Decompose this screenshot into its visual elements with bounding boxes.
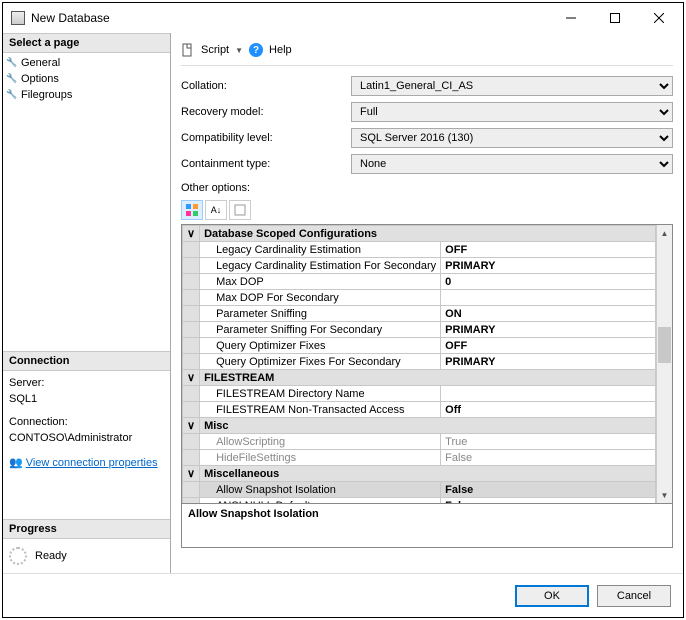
- categorized-button[interactable]: [181, 200, 203, 220]
- category-row[interactable]: ∨Misc: [183, 418, 656, 434]
- connection-label: Connection:: [9, 414, 164, 431]
- compat-label: Compatibility level:: [181, 132, 351, 144]
- other-options-label: Other options:: [181, 182, 673, 194]
- cancel-button[interactable]: Cancel: [597, 585, 671, 607]
- script-icon: [181, 43, 195, 57]
- property-row[interactable]: HideFileSettingsFalse: [183, 450, 656, 466]
- category-row[interactable]: ∨Database Scoped Configurations: [183, 226, 656, 242]
- property-row[interactable]: Parameter Sniffing For SecondaryPRIMARY: [183, 322, 656, 338]
- progress-status: Ready: [35, 550, 67, 562]
- connection-header: Connection: [3, 351, 170, 371]
- collapse-icon[interactable]: ∨: [183, 226, 200, 242]
- contain-select[interactable]: None: [351, 154, 673, 174]
- dialog-window: New Database Select a page General Optio…: [2, 2, 684, 618]
- property-row[interactable]: Legacy Cardinality EstimationOFF: [183, 242, 656, 258]
- script-dropdown-icon[interactable]: ▼: [235, 46, 243, 55]
- collation-label: Collation:: [181, 80, 351, 92]
- app-icon: [11, 11, 25, 25]
- property-row[interactable]: FILESTREAM Directory Name: [183, 386, 656, 402]
- page-general[interactable]: General: [3, 55, 170, 71]
- property-row[interactable]: Query Optimizer FixesOFF: [183, 338, 656, 354]
- server-label: Server:: [9, 375, 164, 392]
- scroll-up-icon[interactable]: ▲: [657, 225, 672, 241]
- property-row[interactable]: AllowScriptingTrue: [183, 434, 656, 450]
- maximize-button[interactable]: [593, 4, 637, 32]
- recovery-select[interactable]: Full: [351, 102, 673, 122]
- recovery-label: Recovery model:: [181, 106, 351, 118]
- window-title: New Database: [31, 11, 549, 25]
- property-grid[interactable]: ∨Database Scoped ConfigurationsLegacy Ca…: [181, 224, 673, 504]
- minimize-button[interactable]: [549, 4, 593, 32]
- property-row[interactable]: Allow Snapshot IsolationFalse: [183, 482, 656, 498]
- property-row[interactable]: ANSI NULL DefaultFalse: [183, 498, 656, 504]
- property-row[interactable]: Max DOP For Secondary: [183, 290, 656, 306]
- collation-select[interactable]: Latin1_General_CI_AS: [351, 76, 673, 96]
- property-description: Allow Snapshot Isolation: [181, 504, 673, 548]
- view-connection-link[interactable]: 👥View connection properties: [9, 455, 164, 472]
- collapse-icon[interactable]: ∨: [183, 370, 200, 386]
- category-row[interactable]: ∨Miscellaneous: [183, 466, 656, 482]
- help-icon: ?: [249, 43, 263, 57]
- script-button[interactable]: Script: [201, 44, 229, 56]
- property-row[interactable]: Max DOP0: [183, 274, 656, 290]
- page-options[interactable]: Options: [3, 71, 170, 87]
- property-row[interactable]: Query Optimizer Fixes For SecondaryPRIMA…: [183, 354, 656, 370]
- connection-value: CONTOSO\Administrator: [9, 430, 164, 447]
- server-value: SQL1: [9, 391, 164, 408]
- alphabetical-button[interactable]: A↓: [205, 200, 227, 220]
- progress-header: Progress: [3, 519, 170, 539]
- property-row[interactable]: Legacy Cardinality Estimation For Second…: [183, 258, 656, 274]
- page-filegroups[interactable]: Filegroups: [3, 87, 170, 103]
- ok-button[interactable]: OK: [515, 585, 589, 607]
- property-row[interactable]: FILESTREAM Non-Transacted AccessOff: [183, 402, 656, 418]
- progress-spinner-icon: [9, 547, 27, 565]
- grid-scrollbar[interactable]: ▲ ▼: [656, 225, 672, 503]
- scroll-down-icon[interactable]: ▼: [657, 487, 672, 503]
- property-row[interactable]: Parameter SniffingON: [183, 306, 656, 322]
- select-page-header: Select a page: [3, 33, 170, 53]
- left-panel: Select a page General Options Filegroups…: [3, 33, 171, 573]
- titlebar: New Database: [3, 3, 683, 33]
- close-button[interactable]: [637, 4, 681, 32]
- contain-label: Containment type:: [181, 158, 351, 170]
- scroll-thumb[interactable]: [658, 327, 671, 363]
- collapse-icon[interactable]: ∨: [183, 466, 200, 482]
- help-button[interactable]: Help: [269, 44, 292, 56]
- compat-select[interactable]: SQL Server 2016 (130): [351, 128, 673, 148]
- category-row[interactable]: ∨FILESTREAM: [183, 370, 656, 386]
- collapse-icon[interactable]: ∨: [183, 418, 200, 434]
- right-panel: Script ▼ ? Help Collation: Latin1_Genera…: [171, 33, 683, 573]
- property-pages-button[interactable]: [229, 200, 251, 220]
- people-icon: 👥: [9, 457, 23, 469]
